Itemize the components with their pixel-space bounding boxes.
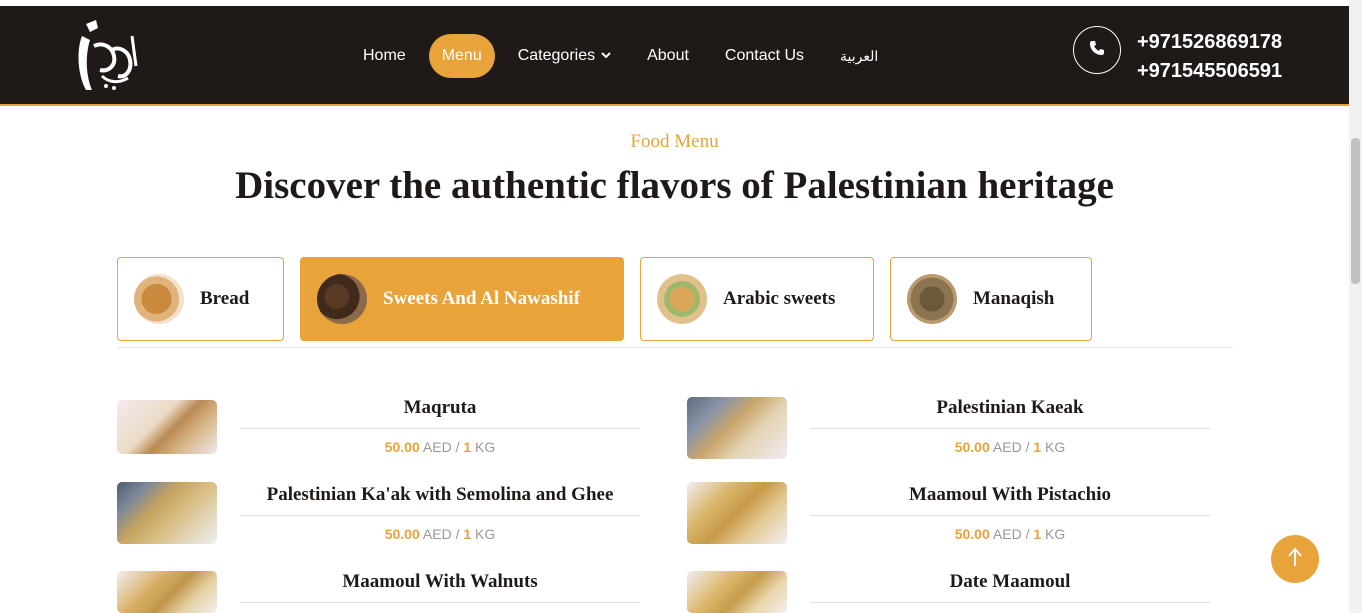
tab-arabic-sweets[interactable]: Arabic sweets: [640, 257, 874, 341]
item-price: 50.00 AED / 1 KG: [240, 439, 640, 455]
item-name: Maamoul With Walnuts: [342, 571, 538, 592]
main-nav: Home Menu Categories About Contact Us ال…: [350, 34, 901, 78]
item-qty: 1: [463, 526, 472, 542]
item-unit: KG: [475, 526, 496, 542]
menu-item[interactable]: Date Maamoul: [687, 571, 1210, 613]
phone-numbers: +971526869178 +971545506591: [1137, 28, 1282, 86]
tabs-divider: [117, 347, 1233, 348]
menu-item[interactable]: Palestinian Ka'ak with Semolina and Ghee…: [117, 482, 640, 548]
palestinian-kaeak-image: [687, 397, 787, 459]
tab-bread-label: Bread: [200, 288, 250, 309]
item-price-value: 50.00: [384, 526, 420, 542]
page-scrollbar[interactable]: [1349, 0, 1362, 613]
tab-sweets-and-al-nawashif[interactable]: Sweets And Al Nawashif: [300, 257, 624, 341]
nav-home[interactable]: Home: [350, 34, 419, 78]
item-unit: KG: [1045, 526, 1066, 542]
item-qty: 1: [1033, 526, 1042, 542]
kaak-semolina-image: [117, 482, 217, 544]
maamoul-walnuts-image: [117, 571, 217, 613]
item-name: Palestinian Ka'ak with Semolina and Ghee: [266, 484, 614, 505]
menu-item[interactable]: Palestinian Kaeak 50.00 AED / 1 KG: [687, 397, 1210, 461]
item-name: Maamoul With Pistachio: [909, 484, 1111, 505]
nav-home-label: Home: [363, 47, 406, 64]
item-qty: 1: [463, 439, 472, 455]
item-divider: [240, 515, 640, 516]
tab-bread[interactable]: Bread: [117, 257, 284, 341]
date-maamoul-image: [687, 571, 787, 613]
nav-language-switch[interactable]: العربية: [827, 34, 891, 78]
nav-about[interactable]: About: [634, 34, 702, 78]
phone-number-1[interactable]: +971526869178: [1137, 28, 1282, 57]
item-price-value: 50.00: [954, 439, 990, 455]
item-divider: [240, 602, 640, 603]
nav-categories[interactable]: Categories: [505, 34, 624, 78]
item-currency: AED: [422, 439, 452, 455]
item-divider: [810, 602, 1210, 603]
item-unit-separator: /: [455, 526, 460, 542]
section-heading: Discover the authentic flavors of Palest…: [235, 164, 1114, 207]
item-unit-separator: /: [455, 439, 460, 455]
item-currency: AED: [992, 526, 1022, 542]
tab-manaqish-label: Manaqish: [973, 288, 1055, 309]
maamoul-pistachio-image: [687, 482, 787, 544]
arrow-up-icon: [1287, 547, 1303, 572]
item-name: Date Maamoul: [949, 571, 1071, 592]
item-currency: AED: [422, 526, 452, 542]
item-unit: KG: [475, 439, 496, 455]
manaqish-thumbnail: [907, 274, 957, 324]
tab-sweets-label: Sweets And Al Nawashif: [383, 288, 580, 309]
item-divider: [810, 515, 1210, 516]
item-name: Palestinian Kaeak: [936, 397, 1084, 418]
site-header: Home Menu Categories About Contact Us ال…: [0, 6, 1349, 106]
tab-arabic-sweets-label: Arabic sweets: [723, 288, 836, 309]
menu-item[interactable]: Maamoul With Walnuts: [117, 571, 640, 613]
nav-menu[interactable]: Menu: [428, 34, 495, 78]
item-price: 50.00 AED / 1 KG: [810, 439, 1210, 455]
item-price-value: 50.00: [384, 439, 420, 455]
scrollbar-thumb[interactable]: [1351, 138, 1360, 284]
nav-language-label: العربية: [840, 48, 879, 64]
sweets-thumbnail: [317, 274, 367, 324]
phone-button[interactable]: [1073, 26, 1121, 74]
item-name: Maqruta: [403, 397, 477, 418]
arabic-sweets-thumbnail: [657, 274, 707, 324]
maqruta-image: [117, 400, 217, 454]
chevron-down-icon: [601, 34, 611, 78]
item-divider: [810, 428, 1210, 429]
item-qty: 1: [1033, 439, 1042, 455]
nav-menu-label: Menu: [441, 47, 482, 64]
tab-manaqish[interactable]: Manaqish: [890, 257, 1092, 341]
nav-categories-label: Categories: [517, 47, 596, 64]
section-subtitle: Food Menu: [630, 131, 719, 152]
phone-icon: [1089, 40, 1105, 61]
phone-number-2[interactable]: +971545506591: [1137, 57, 1282, 86]
item-currency: AED: [992, 439, 1022, 455]
nav-about-label: About: [647, 47, 689, 64]
bread-thumbnail: [134, 274, 184, 324]
item-unit: KG: [1045, 439, 1066, 455]
brand-logo[interactable]: [72, 16, 144, 96]
item-divider: [240, 428, 640, 429]
nav-contact[interactable]: Contact Us: [712, 34, 817, 78]
item-unit-separator: /: [1025, 439, 1030, 455]
item-price-value: 50.00: [954, 526, 990, 542]
menu-item[interactable]: Maqruta 50.00 AED / 1 KG: [117, 397, 640, 461]
item-unit-separator: /: [1025, 526, 1030, 542]
item-price: 50.00 AED / 1 KG: [810, 526, 1210, 542]
menu-item[interactable]: Maamoul With Pistachio 50.00 AED / 1 KG: [687, 482, 1210, 548]
nav-contact-label: Contact Us: [724, 47, 805, 64]
back-to-top-button[interactable]: [1271, 535, 1319, 583]
item-price: 50.00 AED / 1 KG: [240, 526, 640, 542]
